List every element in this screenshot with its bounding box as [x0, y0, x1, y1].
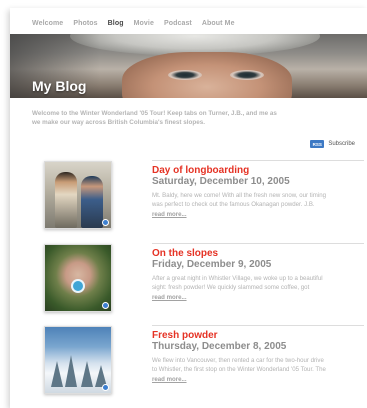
blog-post: Fresh powder Thursday, December 8, 2005 …	[44, 325, 366, 398]
photo-badge-icon	[102, 219, 109, 226]
post-excerpt-line: to Whistler, the first stop on the Winte…	[152, 366, 326, 373]
post-thumbnail[interactable]	[44, 161, 112, 229]
top-navigation: Welcome Photos Blog Movie Podcast About …	[32, 20, 245, 32]
post-title[interactable]: Fresh powder	[152, 330, 218, 341]
post-excerpt-line: After a great night in Whistler Village,…	[152, 275, 323, 282]
person-figure-icon	[81, 176, 103, 228]
post-title[interactable]: On the slopes	[152, 248, 218, 259]
intro-line-2: we make our way across British Columbia'…	[32, 119, 205, 126]
tree-shape	[81, 361, 93, 387]
read-more-link[interactable]: read more...	[152, 376, 187, 383]
nav-podcast[interactable]: Podcast	[164, 20, 192, 32]
post-excerpt-line: was perfect to check out the famous Okan…	[152, 201, 315, 208]
post-divider	[152, 243, 364, 244]
post-date: Friday, December 9, 2005	[152, 259, 272, 270]
nav-blog[interactable]: Blog	[108, 20, 124, 32]
subscribe-link[interactable]: RSS Subscribe	[310, 140, 355, 148]
nav-welcome[interactable]: Welcome	[32, 20, 63, 32]
banner-left-eye	[168, 70, 202, 80]
tree-shape	[51, 361, 63, 387]
person-figure-icon	[55, 172, 77, 228]
post-excerpt: After a great night in Whistler Village,…	[152, 274, 366, 292]
nav-about-me[interactable]: About Me	[202, 20, 235, 32]
snowball-shape	[73, 281, 83, 291]
page-title: My Blog	[32, 78, 87, 94]
header-banner: My Blog	[10, 34, 367, 98]
tree-shape	[65, 355, 77, 387]
subscribe-label: Subscribe	[328, 141, 355, 147]
nav-photos[interactable]: Photos	[73, 20, 97, 32]
blog-page: Welcome Photos Blog Movie Podcast About …	[10, 8, 367, 408]
post-date: Thursday, December 8, 2005	[152, 341, 287, 352]
rss-icon: RSS	[310, 140, 325, 148]
post-excerpt-line: Mt. Baldy, here we come! With all the fr…	[152, 192, 326, 199]
post-divider	[152, 325, 364, 326]
read-more-link[interactable]: read more...	[152, 294, 187, 301]
post-title[interactable]: Day of longboarding	[152, 165, 249, 176]
photo-badge-icon	[102, 384, 109, 391]
post-excerpt: We flew into Vancouver, then rented a ca…	[152, 356, 366, 374]
post-excerpt-line: We flew into Vancouver, then rented a ca…	[152, 357, 324, 364]
post-excerpt: Mt. Baldy, here we come! With all the fr…	[152, 191, 366, 209]
post-thumbnail[interactable]	[44, 326, 112, 394]
banner-right-eye	[230, 70, 264, 80]
photo-badge-icon	[102, 302, 109, 309]
blog-post: Day of longboarding Saturday, December 1…	[44, 160, 366, 233]
nav-movie[interactable]: Movie	[134, 20, 154, 32]
read-more-link[interactable]: read more...	[152, 211, 187, 218]
post-excerpt-line: sight: fresh powder! We quickly slammed …	[152, 284, 310, 291]
intro-line-1: Welcome to the Winter Wonderland '05 Tou…	[32, 110, 277, 117]
post-divider	[152, 160, 364, 161]
post-date: Saturday, December 10, 2005	[152, 176, 290, 187]
banner-face-shape	[122, 52, 292, 98]
post-thumbnail[interactable]	[44, 244, 112, 312]
intro-text: Welcome to the Winter Wonderland '05 Tou…	[32, 109, 347, 127]
blog-post: On the slopes Friday, December 9, 2005 A…	[44, 243, 366, 316]
